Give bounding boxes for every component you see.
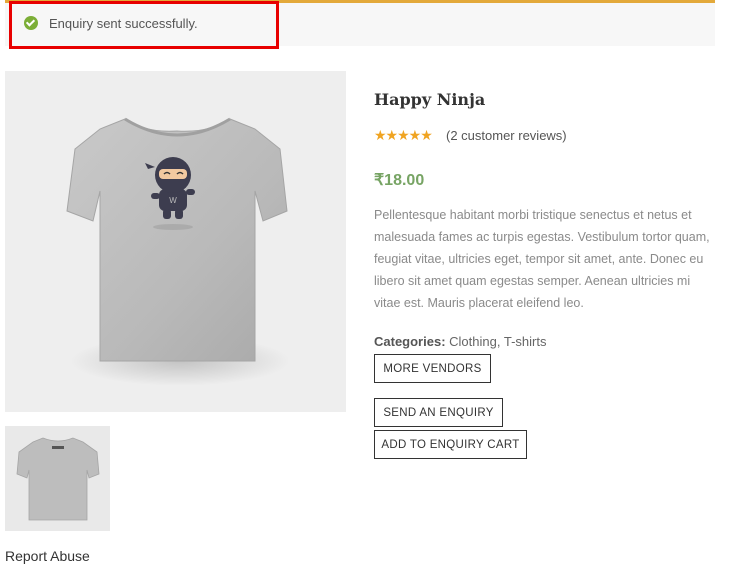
product-description: Pellentesque habitant morbi tristique se… [374,208,710,310]
svg-text:W: W [169,196,177,205]
tshirt-front-image: W [66,117,290,386]
categories-label: Categories: [374,334,446,349]
product-main-image[interactable]: W [5,71,346,412]
tshirt-back-image [16,437,100,521]
notice-highlight-box [9,1,279,49]
product-title: Happy Ninja [374,90,486,109]
category-separator: , [496,334,504,349]
category-link-tshirts[interactable]: T-shirts [504,334,547,349]
add-to-enquiry-cart-button[interactable]: ADD TO ENQUIRY CART [374,430,527,459]
more-vendors-button[interactable]: MORE VENDORS [374,354,491,383]
category-link-clothing[interactable]: Clothing [449,334,497,349]
product-price: ₹18.00 [374,172,425,189]
reviews-link[interactable]: (2 customer reviews) [446,128,567,143]
product-thumbnail[interactable] [5,426,110,531]
star-rating-icon: ★★★★★ [374,127,433,143]
report-abuse-link[interactable]: Report Abuse [5,548,90,564]
send-enquiry-button[interactable]: SEND AN ENQUIRY [374,398,503,427]
product-categories: Categories: Clothing, T-shirts [374,334,546,349]
